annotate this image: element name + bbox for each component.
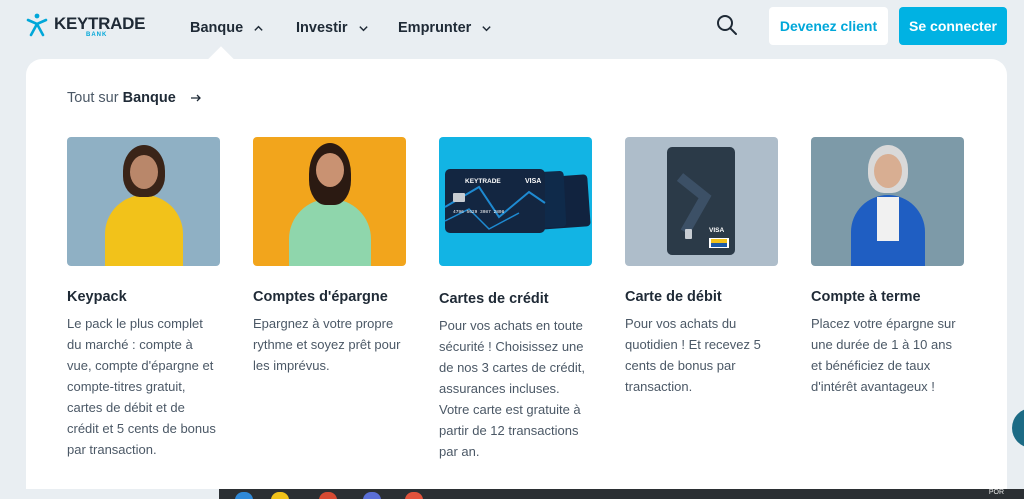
all-link-label: Banque — [122, 90, 176, 106]
taskbar-language[interactable]: POR — [989, 489, 1004, 496]
card-keypack[interactable]: Keypack Le pack le plus complet du march… — [67, 137, 220, 460]
taskbar-app-icon[interactable] — [271, 492, 289, 499]
card-number-text: 4796 5629 3087 2808 — [453, 209, 505, 215]
compte-terme-image — [811, 137, 964, 266]
nav-emprunter-label: Emprunter — [398, 20, 472, 36]
comptes-epargne-image — [253, 137, 406, 266]
arrow-right-icon — [190, 94, 201, 102]
logo-subtext: BANK — [86, 32, 108, 38]
card-comptes-epargne[interactable]: Comptes d'épargne Epargnez à votre propr… — [253, 137, 406, 376]
card-carte-debit[interactable]: VISA Carte de débit Pour vos achats du q… — [625, 137, 778, 397]
taskbar: POR — [219, 489, 1024, 499]
card-brand-text: KEYTRADE — [465, 178, 501, 185]
all-link-prefix: Tout sur — [67, 90, 119, 106]
card-network-text: VISA — [525, 178, 541, 185]
card-compte-terme[interactable]: Compte à terme Placez votre épargne sur … — [811, 137, 964, 397]
card-title: Compte à terme — [811, 289, 921, 305]
card-title: Keypack — [67, 289, 127, 305]
chevron-down-icon — [482, 25, 492, 31]
logo-text: KEYTRADE — [54, 14, 146, 33]
devenez-client-button[interactable]: Devenez client — [769, 7, 888, 45]
carte-debit-image: VISA — [625, 137, 778, 266]
tout-sur-banque-link[interactable]: Tout sur Banque — [67, 90, 202, 106]
nav-investir-label: Investir — [296, 20, 348, 36]
card-description: Pour vos achats en toute sécurité ! Choi… — [439, 318, 585, 459]
banque-dropdown-panel: Tout sur Banque Keypack Le pack le plus … — [26, 59, 1007, 489]
keytrade-star-icon — [26, 13, 48, 37]
card-description: Pour vos achats du quotidien ! Et receve… — [625, 316, 761, 394]
credit-cards-illustration: KEYTRADE VISA 4796 5629 3087 2808 — [444, 169, 591, 233]
search-icon[interactable] — [716, 14, 738, 36]
card-description: Le pack le plus complet du marché : comp… — [67, 316, 216, 457]
nav-emprunter[interactable]: Emprunter — [398, 18, 492, 38]
nav-investir[interactable]: Investir — [296, 18, 369, 38]
card-title: Cartes de crédit — [439, 291, 549, 307]
top-navigation: KEYTRADE BANK Banque Investir Emprunter … — [0, 0, 1024, 56]
chevron-up-icon — [254, 25, 263, 31]
card-description: Epargnez à votre propre rythme et soyez … — [253, 316, 401, 373]
chat-button[interactable] — [1012, 408, 1024, 448]
taskbar-app-icon[interactable] — [235, 492, 253, 499]
taskbar-app-icon[interactable] — [405, 492, 423, 499]
card-cartes-credit[interactable]: KEYTRADE VISA 4796 5629 3087 2808 Cartes… — [439, 137, 592, 462]
card-title: Comptes d'épargne — [253, 289, 388, 305]
taskbar-app-icon[interactable] — [363, 492, 381, 499]
se-connecter-button[interactable]: Se connecter — [899, 7, 1007, 45]
nav-banque-label: Banque — [190, 20, 244, 36]
cartes-credit-image: KEYTRADE VISA 4796 5629 3087 2808 — [439, 137, 592, 266]
keytrade-logo[interactable]: KEYTRADE BANK — [26, 12, 145, 42]
card-description: Placez votre épargne sur une durée de 1 … — [811, 316, 956, 394]
debit-card-illustration: VISA — [667, 147, 735, 255]
debit-card-network-text: VISA — [709, 227, 724, 234]
keypack-image — [67, 137, 220, 266]
chevron-down-icon — [358, 25, 368, 31]
nav-banque[interactable]: Banque — [190, 18, 264, 38]
taskbar-app-icon[interactable] — [319, 492, 337, 499]
card-title: Carte de débit — [625, 289, 722, 305]
